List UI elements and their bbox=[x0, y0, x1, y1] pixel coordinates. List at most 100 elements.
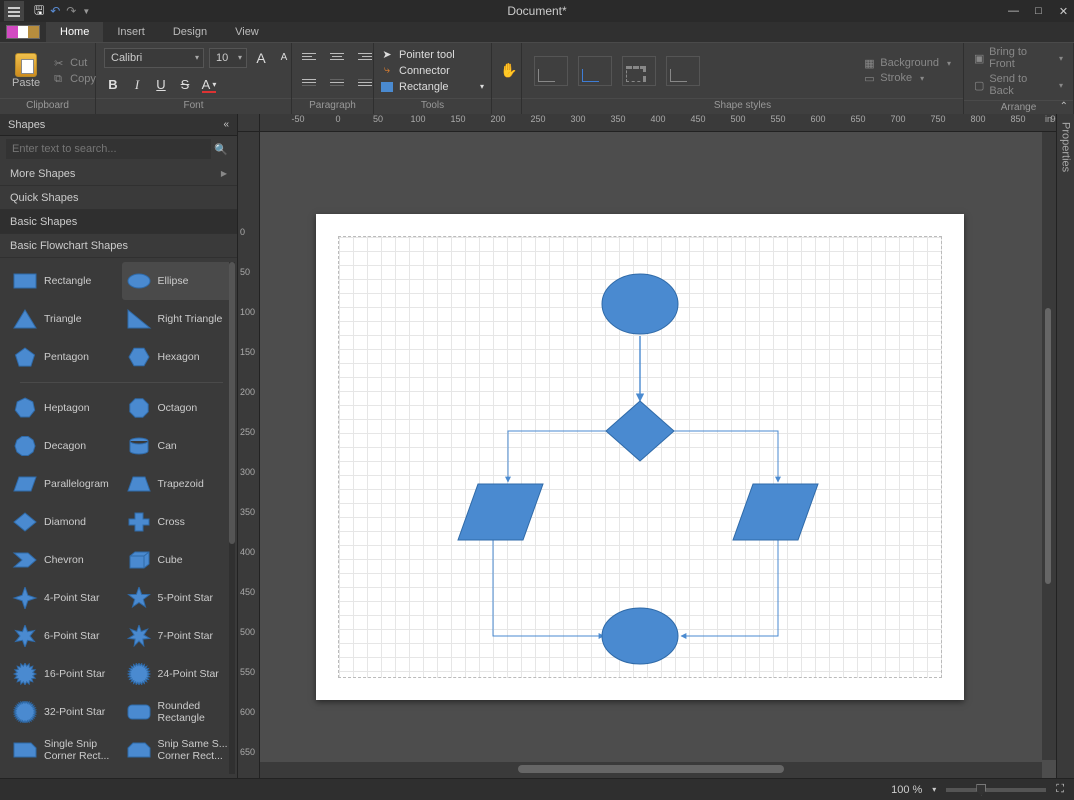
cat-basic-shapes[interactable]: Basic Shapes bbox=[0, 210, 237, 234]
ribbon: Paste Cut Copy Clipboard Calibri▾ 10▾ A … bbox=[0, 42, 1074, 114]
shape-item-cube[interactable]: Cube bbox=[122, 541, 236, 579]
zoom-value: 100 % bbox=[891, 784, 922, 796]
copy-button[interactable]: Copy bbox=[50, 72, 100, 86]
shape-item-star5[interactable]: 5-Point Star bbox=[122, 579, 236, 617]
shape-item-hexagon[interactable]: Hexagon bbox=[122, 338, 236, 376]
shapes-panel-title: Shapes bbox=[8, 119, 45, 131]
cut-button[interactable]: Cut bbox=[50, 56, 100, 70]
decrease-font-button[interactable]: A bbox=[275, 49, 293, 67]
shapes-search-input[interactable] bbox=[6, 139, 211, 159]
shape-item-star4[interactable]: 4-Point Star bbox=[8, 579, 122, 617]
increase-font-button[interactable]: A bbox=[252, 49, 270, 67]
bring-front-button[interactable]: ▣Bring to Front▾ bbox=[970, 45, 1067, 71]
shape-item-snip_same[interactable]: Snip Same S... Corner Rect... bbox=[122, 731, 236, 769]
shape-item-ellipse[interactable]: Ellipse bbox=[122, 262, 236, 300]
close-button[interactable]: ✕ bbox=[1057, 5, 1070, 18]
ruler-vertical[interactable]: 050100150200250300350400450500550600650 bbox=[238, 132, 260, 778]
pointer-tool-button[interactable]: ➤Pointer tool bbox=[378, 48, 487, 62]
cat-quick-shapes[interactable]: Quick Shapes bbox=[0, 186, 237, 210]
shape-item-pentagon[interactable]: Pentagon bbox=[8, 338, 122, 376]
shapes-panel-scrollbar[interactable] bbox=[229, 262, 235, 774]
connector-tool-button[interactable]: ⤷Connector bbox=[378, 64, 487, 78]
shape-item-can[interactable]: Can bbox=[122, 427, 236, 465]
valign-top-button[interactable] bbox=[300, 75, 318, 93]
shape-item-diamond[interactable]: Diamond bbox=[8, 503, 122, 541]
zoom-slider[interactable] bbox=[946, 788, 1046, 792]
shape-item-star7[interactable]: 7-Point Star bbox=[122, 617, 236, 655]
shape-item-label: Heptagon bbox=[44, 402, 90, 414]
shape-item-heptagon[interactable]: Heptagon bbox=[8, 389, 122, 427]
tab-design[interactable]: Design bbox=[159, 22, 221, 42]
style-swatch-2[interactable] bbox=[578, 56, 612, 86]
style-swatch-4[interactable] bbox=[666, 56, 700, 86]
shape-item-star24[interactable]: 24-Point Star bbox=[122, 655, 236, 693]
file-tab[interactable] bbox=[0, 22, 46, 42]
properties-panel-collapsed[interactable]: Properties bbox=[1056, 114, 1074, 778]
undo-icon[interactable]: ↶ bbox=[50, 4, 60, 18]
save-icon[interactable]: 🖫 bbox=[34, 1, 44, 22]
shape-item-snip_single[interactable]: Single Snip Corner Rect... bbox=[8, 731, 122, 769]
shape-item-cross[interactable]: Cross bbox=[122, 503, 236, 541]
qat-customize-icon[interactable]: ▼ bbox=[82, 7, 90, 16]
ruler-horizontal[interactable]: -500501001502002503003504004505005506006… bbox=[260, 114, 1056, 132]
cat-more-shapes[interactable]: More Shapes▶ bbox=[0, 162, 237, 186]
minimize-button[interactable]: — bbox=[1007, 5, 1020, 18]
stroke-button[interactable]: ▭Stroke▾ bbox=[860, 71, 955, 85]
style-swatch-3[interactable] bbox=[622, 56, 656, 86]
maximize-button[interactable]: □ bbox=[1032, 5, 1045, 18]
collapse-panel-icon[interactable]: « bbox=[223, 119, 229, 130]
ribbon-collapse-button[interactable]: ⌃ bbox=[1060, 101, 1068, 112]
shape-item-rectangle[interactable]: Rectangle bbox=[8, 262, 122, 300]
app-menu-button[interactable] bbox=[4, 1, 24, 21]
valign-bottom-button[interactable] bbox=[356, 75, 374, 93]
zoom-dropdown-icon[interactable]: ▾ bbox=[932, 785, 936, 794]
font-color-button[interactable]: A▾ bbox=[200, 76, 218, 94]
shape-item-chevron[interactable]: Chevron bbox=[8, 541, 122, 579]
shape-item-trapezoid[interactable]: Trapezoid bbox=[122, 465, 236, 503]
zoom-fit-button[interactable]: ⛶ bbox=[1056, 783, 1064, 796]
background-button[interactable]: ▦Background▾ bbox=[860, 56, 955, 70]
bold-button[interactable]: B bbox=[104, 76, 122, 94]
pan-tool-button[interactable]: ✋ bbox=[500, 62, 517, 79]
shape-item-right_triangle[interactable]: Right Triangle bbox=[122, 300, 236, 338]
ruler-h-label: 650 bbox=[850, 114, 865, 124]
underline-button[interactable]: U bbox=[152, 76, 170, 94]
send-back-button[interactable]: ▢Send to Back▾ bbox=[970, 72, 1067, 98]
ruler-h-label: 350 bbox=[610, 114, 625, 124]
paste-button[interactable]: Paste bbox=[8, 51, 44, 91]
star24-icon bbox=[126, 663, 152, 685]
ruler-v-label: 150 bbox=[240, 347, 255, 357]
bring-front-label: Bring to Front bbox=[989, 46, 1051, 70]
shape-item-decagon[interactable]: Decagon bbox=[8, 427, 122, 465]
tab-home[interactable]: Home bbox=[46, 22, 103, 42]
shape-item-label: Ellipse bbox=[158, 275, 189, 287]
tab-view[interactable]: View bbox=[221, 22, 273, 42]
tab-insert[interactable]: Insert bbox=[103, 22, 159, 42]
copy-icon bbox=[54, 73, 66, 85]
shape-item-star32[interactable]: 32-Point Star bbox=[8, 693, 122, 731]
shape-item-star16[interactable]: 16-Point Star bbox=[8, 655, 122, 693]
redo-icon[interactable]: ↷ bbox=[66, 4, 76, 18]
page[interactable] bbox=[316, 214, 964, 700]
valign-middle-button[interactable] bbox=[328, 75, 346, 93]
align-right-button[interactable] bbox=[356, 49, 374, 67]
shape-item-triangle[interactable]: Triangle bbox=[8, 300, 122, 338]
canvas-viewport[interactable] bbox=[260, 132, 1042, 760]
search-icon[interactable]: 🔍 bbox=[211, 143, 231, 156]
font-family-combo[interactable]: Calibri▾ bbox=[104, 48, 204, 68]
shape-item-star6[interactable]: 6-Point Star bbox=[8, 617, 122, 655]
cat-basic-flowchart[interactable]: Basic Flowchart Shapes bbox=[0, 234, 237, 258]
italic-button[interactable]: I bbox=[128, 76, 146, 94]
shape-item-octagon[interactable]: Octagon bbox=[122, 389, 236, 427]
shape-item-parallelogram[interactable]: Parallelogram bbox=[8, 465, 122, 503]
ruler-corner bbox=[238, 114, 260, 132]
horizontal-scrollbar[interactable] bbox=[260, 762, 1042, 778]
align-left-button[interactable] bbox=[300, 49, 318, 67]
style-swatch-1[interactable] bbox=[534, 56, 568, 86]
rectangle-tool-button[interactable]: Rectangle▾ bbox=[378, 80, 487, 94]
align-center-button[interactable] bbox=[328, 49, 346, 67]
shape-item-rounded_rect[interactable]: Rounded Rectangle bbox=[122, 693, 236, 731]
strike-button[interactable]: S bbox=[176, 76, 194, 94]
font-size-combo[interactable]: 10▾ bbox=[209, 48, 247, 68]
vertical-scrollbar[interactable] bbox=[1042, 132, 1056, 760]
